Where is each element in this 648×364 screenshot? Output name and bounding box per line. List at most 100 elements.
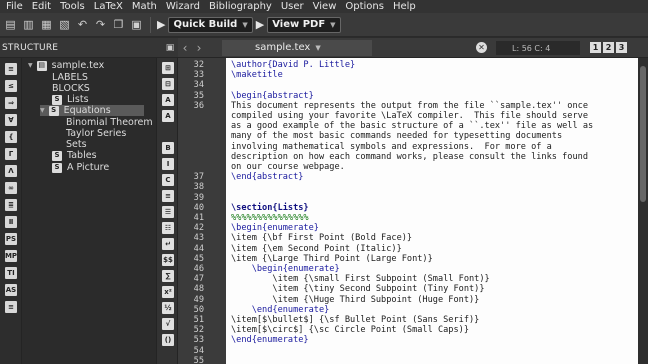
code-line: \item {\tiny Second Subpoint (Tiny Font)… [231,284,485,295]
tree-item-blocks[interactable]: BLOCKS [52,83,90,94]
run-icon[interactable]: ▶ [157,18,165,31]
code-line: \item {\bf First Point (Bold Face)} [231,233,413,244]
scrollbar-thumb[interactable] [640,66,646,202]
tab-label: sample.tex [255,42,311,53]
code-line: \begin{enumerate} [231,223,319,234]
menu-view[interactable]: View [307,0,340,13]
sub-panel-icon[interactable]: ≣ [5,199,17,211]
menu-edit[interactable]: Edit [26,0,54,13]
tree-item-taylor[interactable]: Taylor Series [66,128,126,139]
view-button-1[interactable]: 1 [590,42,601,53]
index-icon[interactable]: ∑ [162,270,174,282]
metapost-icon[interactable]: Ⅱ [5,216,17,228]
view-pdf-label: View PDF [272,19,326,30]
arrow-symbols-icon[interactable]: ⇒ [5,97,17,109]
code-line: \begin{enumerate} [231,264,340,274]
superscript-icon[interactable]: x² [162,286,174,298]
code-line: %%%%%%%%%%%%%%% [231,213,309,223]
code-line: description on how each command works, p… [231,151,588,162]
greek-letters-icon[interactable]: Γ [5,148,17,160]
line-number-gutter: 32 33 34 35 36 37 38 39 40 41 42 43 44 45 46 47 48 49 50 51… [178,58,226,364]
menu-tools[interactable]: Tools [54,0,88,13]
enumerate-icon[interactable]: ☷ [162,222,174,234]
tree-item-binomial[interactable]: Binomial Theorem [66,117,153,128]
menu-bibliography[interactable]: Bibliography [203,0,275,13]
metapost-cmd-icon[interactable]: MP [5,250,17,262]
menu-help[interactable]: Help [387,0,419,13]
tree-expand-icon[interactable]: ▼ [28,60,33,71]
close-icon[interactable]: ✕ [476,42,487,53]
fraction-icon[interactable]: ½ [162,302,174,314]
operators-icon[interactable]: ∞ [5,182,17,194]
tree-item-label: Tables [67,150,97,161]
tree-item-root[interactable]: ▼ ▤ sample.tex [28,60,104,71]
log-view-icon[interactable]: ≡ [5,301,17,313]
forward-arrow-icon[interactable]: › [192,41,206,55]
structure-toggle-icon[interactable]: ⊞ [162,62,174,74]
size-command-icon[interactable]: A [162,94,174,106]
menu-math[interactable]: Math [126,0,160,13]
math-icon[interactable]: $$ [162,254,174,266]
delimiters-icon[interactable]: { [5,131,17,143]
undo-icon[interactable]: ↶ [75,17,90,32]
menu-options[interactable]: Options [339,0,387,13]
italic-icon[interactable]: I [162,158,174,170]
bold-icon[interactable]: B [162,142,174,154]
file-icon: ▤ [36,60,47,71]
code-line: \item {\small First Subpoint (Small Font… [231,274,490,285]
tab-sample-tex[interactable]: sample.tex ▼ [222,39,372,56]
most-used-symbols-icon[interactable]: Λ [5,165,17,177]
chevron-down-icon[interactable]: ▼ [315,44,320,52]
tikz-icon[interactable]: TI [5,267,17,279]
back-arrow-icon[interactable]: ‹ [178,41,192,55]
open-file-icon[interactable]: ▥ [21,17,36,32]
line-number: 40 [193,202,204,213]
section-icon: S [52,94,62,105]
sqrt-icon[interactable]: √ [162,318,174,330]
tree-item-tables[interactable]: S Tables [52,150,97,161]
tree-item-picture[interactable]: S A Picture [52,162,109,173]
code-editor[interactable]: \author{David P. Little} \maketitle \begin… [226,58,638,364]
relation-symbols-icon[interactable]: ≤ [5,80,17,92]
menu-latex[interactable]: LaTeX [88,0,126,13]
align-icon[interactable]: ≡ [162,190,174,202]
view-pdf-select[interactable]: View PDF ▼ [267,16,341,33]
view-button-3[interactable]: 3 [616,42,627,53]
tree-item-sets[interactable]: Sets [66,139,87,150]
section-command-icon[interactable]: ⊟ [162,78,174,90]
pstricks-icon[interactable]: PS [5,233,17,245]
new-line-icon[interactable]: ↵ [162,238,174,250]
list-icon[interactable]: ☰ [162,206,174,218]
tree-item-equations[interactable]: ▼ S Equations [40,105,144,116]
misc-symbols-icon[interactable]: ∀ [5,114,17,126]
tree-expand-icon[interactable]: ▼ [40,105,45,116]
menu-file[interactable]: File [0,0,26,13]
menu-user[interactable]: User [275,0,307,13]
menu-wizard[interactable]: Wizard [160,0,203,13]
structure-view-icon[interactable]: ≡ [5,63,17,75]
center-icon[interactable]: C [162,174,174,186]
new-file-icon[interactable]: ▤ [3,17,18,32]
save-icon[interactable]: ▦ [39,17,54,32]
font-command-icon[interactable]: A [162,110,174,122]
structure-panel-toggle-icon[interactable]: ▣ [164,42,176,54]
view-run-icon[interactable]: ▶ [256,18,264,31]
code-line: \end{enumerate} [231,304,330,315]
quick-build-select[interactable]: Quick Build ▼ [168,16,253,33]
tree-item-lists[interactable]: S Lists [52,94,89,105]
line-number: 45 [193,253,204,264]
line-number: 55 [193,355,204,364]
redo-icon[interactable]: ↷ [93,17,108,32]
tree-item-labels[interactable]: LABELS [52,72,88,83]
copy-icon[interactable]: ❐ [111,17,126,32]
paste-icon[interactable]: ▣ [129,17,144,32]
view-button-2[interactable]: 2 [603,42,614,53]
asymptote-icon[interactable]: AS [5,284,17,296]
latex-commands-strip: ⊞ ⊟ A A B I C ≡ ☰ ☷ ↵ $$ ∑ x² ½ √ () [156,58,178,364]
save-all-icon[interactable]: ▧ [57,17,72,32]
code-line: involving mathematical symbols and expre… [231,141,552,152]
editor-scrollbar[interactable] [638,58,648,364]
code-line: many of the most basic commands needed f… [231,131,563,142]
left-right-icon[interactable]: () [162,334,174,346]
line-number: 39 [193,192,204,203]
